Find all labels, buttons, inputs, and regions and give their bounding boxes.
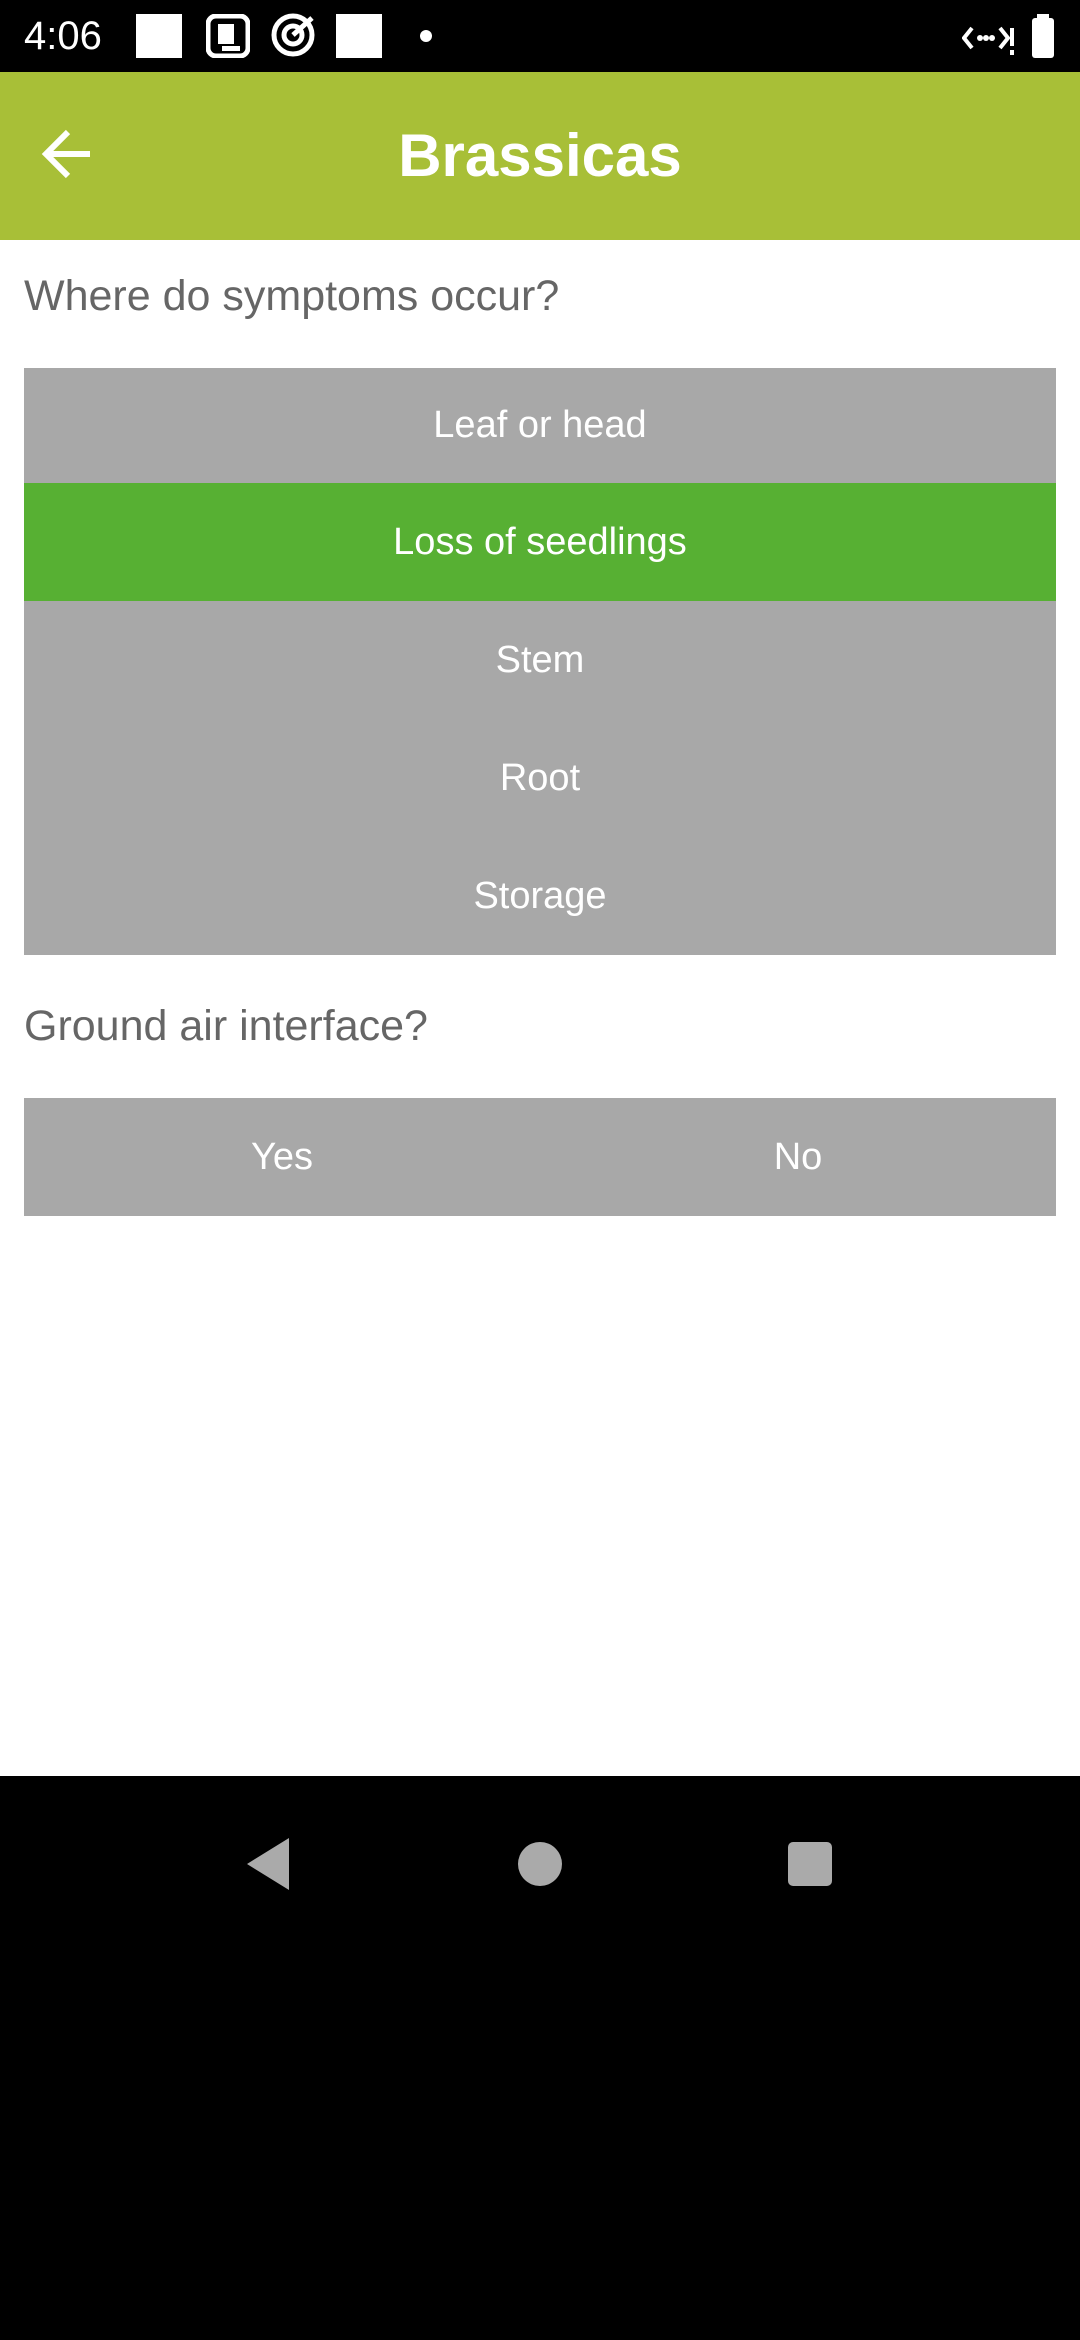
status-bar: 4:06 xyxy=(0,0,1080,72)
option-no[interactable]: No xyxy=(540,1098,1056,1216)
content-area: Where do symptoms occur? Leaf or head Lo… xyxy=(0,240,1080,1776)
system-nav-bar xyxy=(0,1776,1080,2340)
app-bar: Brassicas xyxy=(0,72,1080,240)
screen: 4:06 Brassicas Where do symptoms occur? … xyxy=(0,0,1080,2340)
nav-home-button[interactable] xyxy=(490,1816,590,1916)
arrow-left-icon xyxy=(40,126,96,187)
symptom-location-options: Leaf or head Loss of seedlings Stem Root… xyxy=(24,368,1056,955)
recents-square-icon xyxy=(786,1840,834,1893)
option-root[interactable]: Root xyxy=(24,719,1056,837)
home-circle-icon xyxy=(516,1840,564,1893)
dot-icon xyxy=(418,28,434,49)
option-yes[interactable]: Yes xyxy=(24,1098,540,1216)
battery-icon xyxy=(1030,14,1056,63)
status-time: 4:06 xyxy=(24,14,102,58)
nav-back-button[interactable] xyxy=(218,1816,318,1916)
option-leaf-or-head[interactable]: Leaf or head xyxy=(24,368,1056,483)
option-loss-of-seedlings[interactable]: Loss of seedlings xyxy=(24,483,1056,601)
white-square-icon xyxy=(136,14,184,63)
white-square-icon xyxy=(336,14,384,63)
question-symptom-location: Where do symptoms occur? xyxy=(24,272,560,320)
option-storage[interactable]: Storage xyxy=(24,837,1056,955)
d-app-icon xyxy=(205,13,251,63)
ground-air-interface-options: Yes No xyxy=(24,1098,1056,1216)
target-icon xyxy=(270,12,316,63)
page-title: Brassicas xyxy=(398,122,682,189)
data-signal-icon xyxy=(961,18,1016,63)
nav-recents-button[interactable] xyxy=(760,1816,860,1916)
option-stem[interactable]: Stem xyxy=(24,601,1056,719)
back-triangle-icon xyxy=(243,1836,293,1897)
back-button[interactable] xyxy=(24,112,112,200)
question-ground-air-interface: Ground air interface? xyxy=(24,1002,428,1050)
